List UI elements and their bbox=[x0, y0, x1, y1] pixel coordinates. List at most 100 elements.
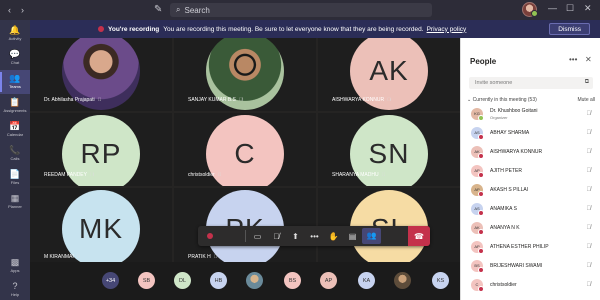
participant-chip[interactable] bbox=[246, 272, 263, 289]
participant-name-text: AISHWARYA KONNUR bbox=[332, 97, 385, 103]
participant-list-item[interactable]: AP AJITH PETER 🎙̸ bbox=[461, 162, 600, 179]
participant-list-item[interactable]: AP ATHENA ESTHER PHILIP 🎙̸ bbox=[461, 238, 600, 255]
video-tile[interactable]: SANJAY KUMAR B.S 🎙̸ bbox=[174, 38, 316, 111]
rail-item-calendar[interactable]: 📅 Calendar bbox=[0, 118, 30, 142]
mic-muted-icon: 🎙̸ bbox=[387, 97, 391, 103]
participant-name: AKASH S PILLAI bbox=[490, 187, 585, 193]
participant-name: SANJAY KUMAR B.S 🎙̸ bbox=[188, 97, 243, 103]
rail-item-assignments[interactable]: 📋 Assignments bbox=[0, 94, 30, 118]
participant-chip[interactable]: BS bbox=[284, 272, 301, 289]
meeting-section-header[interactable]: ⌄ Currently in this meeting (53) Mute al… bbox=[467, 97, 595, 103]
invite-placeholder: Invite someone bbox=[475, 80, 513, 86]
mic-muted-icon[interactable]: 🎙̸ bbox=[587, 168, 592, 174]
mic-muted-icon[interactable]: 🎙̸ bbox=[587, 263, 592, 269]
participant-list-item[interactable]: KG Dr. Khushboo Goitani Organizer 🎙̸ bbox=[461, 105, 600, 122]
banner-title: You're recording bbox=[108, 25, 160, 33]
close-panel-icon[interactable]: ✕ bbox=[585, 55, 592, 64]
privacy-policy-link[interactable]: Privacy policy bbox=[427, 26, 467, 33]
mic-muted-icon[interactable]: 🎙̸ bbox=[587, 225, 592, 231]
participant-chip[interactable]: KS bbox=[432, 272, 449, 289]
raise-hand-button[interactable]: ✋ bbox=[324, 232, 343, 241]
participant-name-text: AISHWARYA KONNUR bbox=[490, 148, 543, 155]
rail-item-calls[interactable]: 📞 Calls bbox=[0, 142, 30, 166]
rail-label: Teams bbox=[9, 84, 21, 89]
rail-label: Chat bbox=[10, 60, 20, 65]
participant-name-text: SANJAY KUMAR B.S bbox=[188, 97, 236, 103]
mic-muted-icon[interactable]: 🎙̸ bbox=[587, 149, 592, 155]
video-tile[interactable]: SN SHARANYA MADHU 🎙̸ bbox=[318, 113, 460, 186]
mic-muted-icon: 🎙̸ bbox=[217, 172, 222, 178]
participant-chip[interactable]: KA bbox=[358, 272, 375, 289]
rail-item-apps[interactable]: ▩ Apps bbox=[0, 254, 30, 278]
more-actions-button[interactable]: ••• bbox=[305, 232, 324, 241]
mic-muted-icon[interactable]: 🎙̸ bbox=[587, 206, 592, 212]
rail-item-planner[interactable]: ▦ Planner bbox=[0, 190, 30, 214]
participant-list-item[interactable]: AS ANAMIKA S 🎙̸ bbox=[461, 200, 600, 217]
rail-item-activity[interactable]: 🔔 Activity bbox=[0, 22, 30, 46]
hang-up-button[interactable]: ☎ bbox=[408, 226, 430, 246]
mic-muted-icon[interactable]: 🎙̸ bbox=[587, 244, 592, 250]
rail-item-files[interactable]: 📄 Files bbox=[0, 166, 30, 190]
participant-list-item[interactable]: BS BRIJESHWARI SWAMI 🎙̸ bbox=[461, 257, 600, 274]
close-window-icon[interactable]: ✕ bbox=[584, 3, 592, 14]
mic-muted-icon[interactable]: 🎙̸ bbox=[587, 111, 592, 117]
more-participants-button[interactable]: +34 bbox=[102, 272, 119, 289]
video-tile[interactable]: AK AISHWARYA KONNUR 🎙̸ bbox=[318, 38, 460, 111]
minimize-icon[interactable]: — bbox=[548, 3, 557, 13]
rail-label: Calls bbox=[10, 156, 20, 161]
chat-button[interactable]: ▤ bbox=[343, 232, 362, 241]
participants-button[interactable]: 👥 bbox=[362, 228, 381, 244]
rail-item-teams[interactable]: 👥 Teams bbox=[0, 70, 30, 94]
participant-name: AJITH PETER bbox=[490, 168, 585, 174]
participant-list-item[interactable]: AS ABHAY SHARMA 🎙̸ bbox=[461, 124, 600, 141]
participant-chip[interactable]: AP bbox=[320, 272, 337, 289]
rail-label: Files bbox=[10, 180, 20, 185]
dismiss-button[interactable]: Dismiss bbox=[549, 23, 590, 35]
rail-item-chat[interactable]: 💬 Chat bbox=[0, 46, 30, 70]
compose-icon[interactable]: ✎ bbox=[154, 4, 162, 15]
video-tile[interactable]: Dr. Abhilasha Prajapati 🎙̸ bbox=[30, 38, 172, 111]
mic-off-button[interactable]: 🎙̸ bbox=[267, 232, 286, 241]
participant-chip[interactable]: SB bbox=[138, 272, 155, 289]
participant-name-text: SHARANYA MADHU bbox=[332, 172, 379, 178]
participant-name-text: ANAMIKA S bbox=[490, 205, 517, 212]
planner-icon: ▦ bbox=[10, 193, 20, 203]
mic-muted-icon[interactable]: 🎙̸ bbox=[587, 187, 592, 193]
rail-label: Planner bbox=[8, 204, 22, 209]
participant-chip[interactable]: HB bbox=[210, 272, 227, 289]
activity-icon: 🔔 bbox=[9, 25, 21, 35]
participant-list-item[interactable]: AP AKASH S PILLAI 🎙̸ bbox=[461, 181, 600, 198]
participant-list-item[interactable]: Cchristsoldier 🎙̸ bbox=[461, 276, 600, 293]
chat-icon: 💬 bbox=[9, 49, 21, 59]
participant-chip[interactable]: DL bbox=[174, 272, 191, 289]
people-panel: People ••• ✕ Invite someone ⧉ ⌄ Currentl… bbox=[460, 38, 600, 300]
mute-all-button[interactable]: Mute all bbox=[577, 97, 595, 103]
more-options-icon[interactable]: ••• bbox=[569, 55, 577, 64]
participant-avatar: C bbox=[471, 278, 484, 292]
participant-list-item[interactable]: AK AISHWARYA KONNUR 🎙̸ bbox=[461, 143, 600, 160]
search-input[interactable]: ⌕ Search bbox=[170, 3, 432, 17]
profile-avatar[interactable] bbox=[522, 2, 538, 17]
participant-chip[interactable] bbox=[394, 272, 411, 289]
rail-label: Calendar bbox=[6, 132, 24, 137]
participant-name: christsoldier 🎙̸ bbox=[188, 172, 221, 178]
video-tile[interactable]: Cchristsoldier 🎙̸ bbox=[174, 113, 316, 186]
participant-name: ANAMIKA S bbox=[490, 206, 585, 212]
files-icon: 📄 bbox=[9, 169, 21, 179]
invite-input[interactable]: Invite someone ⧉ bbox=[469, 77, 593, 89]
video-tile[interactable]: RP REEDAM PANDEY 🎙̸ bbox=[30, 113, 172, 186]
teams-icon: 👥 bbox=[9, 73, 21, 83]
participant-name-text: M KIRANMAI bbox=[44, 254, 74, 260]
video-tile[interactable]: MK M KIRANMAI 🎙̸ bbox=[30, 188, 172, 268]
camera-button[interactable]: ▭ bbox=[248, 232, 267, 241]
mic-muted-icon[interactable]: 🎙̸ bbox=[587, 130, 592, 136]
share-invite-icon[interactable]: ⧉ bbox=[585, 79, 589, 86]
apps-icon: ▩ bbox=[10, 257, 20, 267]
maximize-icon[interactable]: ☐ bbox=[566, 3, 574, 14]
share-button[interactable]: ⬆ bbox=[286, 232, 305, 241]
participant-list-item[interactable]: AK ANANYA N K 🎙̸ bbox=[461, 219, 600, 236]
mic-muted-icon[interactable]: 🎙̸ bbox=[587, 282, 592, 288]
rail-item-help[interactable]: ? Help bbox=[0, 278, 30, 300]
forward-icon[interactable]: › bbox=[21, 5, 24, 15]
back-icon[interactable]: ‹ bbox=[8, 5, 11, 15]
